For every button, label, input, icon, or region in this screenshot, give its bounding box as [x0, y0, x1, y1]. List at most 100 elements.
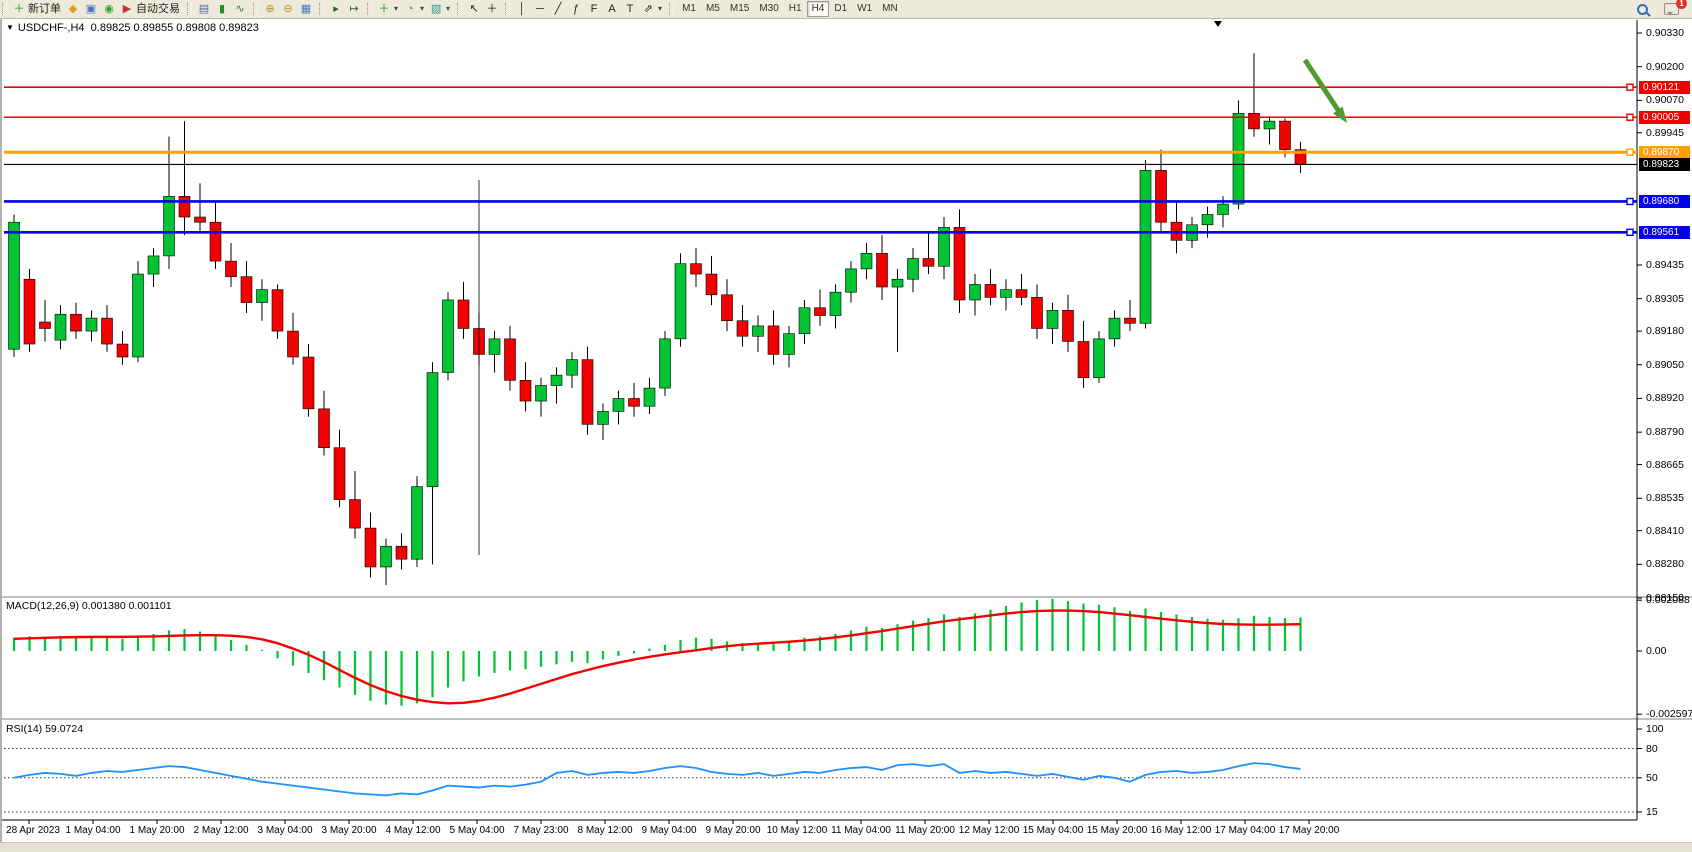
candle-body	[1249, 113, 1260, 129]
periods-button[interactable]: ◔▾	[401, 1, 427, 17]
candle-body	[334, 448, 345, 500]
chart-shift-button[interactable]: ↦	[345, 1, 363, 17]
zoom-in-button[interactable]: ⊕	[261, 1, 279, 17]
line-anchor-handle	[1627, 84, 1633, 90]
zoom-out-button[interactable]: ⊖	[279, 1, 297, 17]
new-order-button[interactable]: ＋新订单	[10, 1, 64, 17]
candle-body	[350, 500, 361, 529]
bar-chart-button[interactable]: ▤	[195, 1, 213, 17]
zoom-out-icon: ⊖	[282, 2, 294, 16]
candle-body	[1109, 318, 1120, 339]
arrow-shapes-icon: ⇗	[642, 2, 654, 16]
new-order-icon: ＋	[13, 2, 25, 16]
line-anchor-handle	[1627, 198, 1633, 204]
templates-button[interactable]: ▨▾	[427, 1, 453, 17]
candle-body	[1140, 170, 1151, 323]
candle-body	[830, 292, 841, 315]
line-chart-button[interactable]: ∿	[231, 1, 249, 17]
candle-body	[102, 318, 113, 344]
candle-body	[427, 373, 438, 487]
vertical-line-icon: │	[516, 2, 528, 16]
metaeditor-button[interactable]: ◆	[64, 1, 82, 17]
timeframe-mn[interactable]: MN	[877, 1, 903, 17]
rsi-line	[14, 763, 1301, 795]
candle-body	[1280, 121, 1291, 150]
autotrading-button-label: 自动交易	[136, 2, 180, 16]
main-toolbar: ＋新订单◆▣◉▶自动交易▤▮∿⊕⊖▦▸↦＋▾◔▾▨▾↖＋│─╱ƒFAT⇗▾M1M…	[0, 0, 1692, 19]
text-button[interactable]: A	[603, 1, 621, 17]
search-button[interactable]	[1634, 1, 1651, 17]
candle-body	[164, 196, 175, 256]
candle-body	[117, 344, 128, 357]
toolbar-group: ▸↦	[317, 1, 365, 17]
candle-body	[799, 308, 810, 334]
channel-button[interactable]: F	[585, 1, 603, 17]
trendline-icon: ╱	[552, 2, 564, 16]
candle-body	[892, 279, 903, 287]
candle-body	[195, 217, 206, 222]
rsi-indicator-label: RSI(14) 59.0724	[6, 723, 83, 735]
candle-body	[722, 295, 733, 321]
metaeditor-icon: ◆	[67, 2, 79, 16]
candle-body	[536, 386, 547, 402]
crosshair-button[interactable]: ＋	[483, 1, 501, 17]
timeframe-w1[interactable]: W1	[852, 1, 877, 17]
candle-body	[877, 253, 888, 287]
zoom-in-icon: ⊕	[264, 2, 276, 16]
candle-body	[179, 196, 190, 217]
candle-body	[241, 277, 252, 303]
candle-body	[644, 388, 655, 406]
candle-body	[40, 322, 51, 328]
text-label-button[interactable]: T	[621, 1, 639, 17]
notifications-button[interactable]: 1	[1661, 1, 1682, 17]
candle-body	[598, 411, 609, 424]
autotrading-button[interactable]: ▶自动交易	[118, 1, 183, 17]
candle-body	[319, 409, 330, 448]
candle-body	[861, 253, 872, 269]
vertical-line-button[interactable]: │	[513, 1, 531, 17]
candle-body	[9, 222, 20, 349]
candle-body	[1264, 121, 1275, 129]
line-anchor-handle	[1627, 114, 1633, 120]
cursor-button[interactable]: ↖	[465, 1, 483, 17]
candlestick-chart-button[interactable]: ▮	[213, 1, 231, 17]
timeframe-d1[interactable]: D1	[829, 1, 852, 17]
tile-windows-button[interactable]: ▦	[297, 1, 315, 17]
chart-canvas[interactable]	[0, 0, 1692, 852]
cursor-icon: ↖	[468, 2, 480, 16]
candle-body	[396, 546, 407, 559]
clock-icon: ◔	[404, 2, 416, 16]
fibonacci-button[interactable]: ƒ	[567, 1, 585, 17]
candle-body	[1032, 297, 1043, 328]
horizontal-line-button[interactable]: ─	[531, 1, 549, 17]
timeframe-h1[interactable]: H1	[784, 1, 807, 17]
signals-button[interactable]: ◉	[100, 1, 118, 17]
candle-body	[1063, 310, 1074, 341]
trendline-button[interactable]: ╱	[549, 1, 567, 17]
arrows-button[interactable]: ⇗▾	[639, 1, 665, 17]
auto-scroll-button[interactable]: ▸	[327, 1, 345, 17]
notification-badge: 1	[1676, 0, 1687, 9]
fibonacci-icon: ƒ	[570, 2, 582, 16]
candle-body	[1047, 310, 1058, 328]
timeframe-m1[interactable]: M1	[677, 1, 701, 17]
candle-body	[412, 487, 423, 560]
mt4-terminal: { "toolbar": { "groups": [ {"items":[ {"…	[0, 0, 1692, 852]
timeframe-m5[interactable]: M5	[701, 1, 725, 17]
candle-body	[629, 398, 640, 406]
candle-body	[1202, 214, 1213, 224]
candle-body	[582, 360, 593, 425]
terminal-button[interactable]: ▣	[82, 1, 100, 17]
tile-windows-icon: ▦	[300, 2, 312, 16]
candle-body	[257, 290, 268, 303]
timeframe-h4[interactable]: H4	[807, 1, 830, 17]
symbol-dropdown-icon[interactable]: ▼	[6, 23, 14, 32]
candle-body	[1078, 341, 1089, 377]
auto-scroll-icon: ▸	[330, 2, 342, 16]
add-indicator-button[interactable]: ＋▾	[375, 1, 401, 17]
candle-body	[443, 300, 454, 373]
timeframe-m15[interactable]: M15	[725, 1, 754, 17]
timeframe-m30[interactable]: M30	[754, 1, 783, 17]
candle-body	[272, 290, 283, 331]
window-bottom-edge	[0, 842, 1692, 852]
